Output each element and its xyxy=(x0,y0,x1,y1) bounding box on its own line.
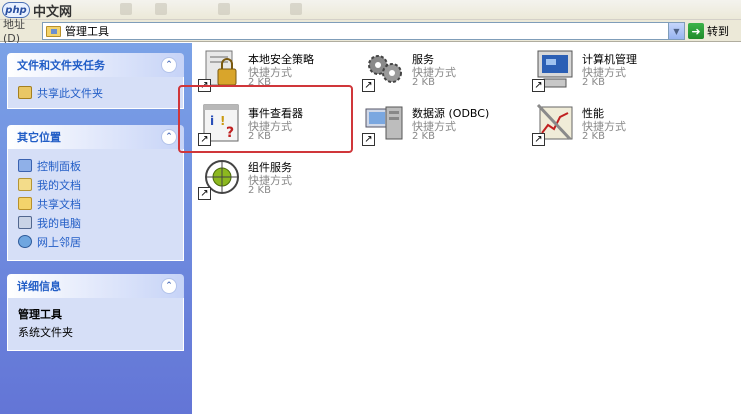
panel-title: 其它位置 xyxy=(17,131,61,144)
details-type: 系统文件夹 xyxy=(18,326,73,339)
share-folder-link[interactable]: 共享此文件夹 xyxy=(18,83,173,102)
address-path: 管理工具 xyxy=(65,25,109,38)
toolbar-button-icon[interactable] xyxy=(120,3,132,15)
link-label: 我的电脑 xyxy=(37,216,81,230)
go-arrow-icon: ➜ xyxy=(688,23,704,39)
other-places-header[interactable]: 其它位置 ⌃ xyxy=(7,125,184,149)
toolbar-button-icon[interactable] xyxy=(290,3,302,15)
go-label: 转到 xyxy=(707,25,729,38)
my-computer-icon xyxy=(18,216,32,229)
collapse-icon[interactable]: ⌃ xyxy=(161,129,177,145)
file-item-odbc[interactable]: ↗ 数据源 (ODBC) 快捷方式 2 KB xyxy=(362,99,527,151)
toolbar-button-icon[interactable] xyxy=(218,3,230,15)
file-tasks-panel: 文件和文件夹任务 ⌃ 共享此文件夹 xyxy=(7,53,184,109)
file-item-performance[interactable]: ↗ 性能 快捷方式 2 KB xyxy=(532,99,697,151)
details-name: 管理工具 xyxy=(18,308,62,321)
shortcut-arrow-icon: ↗ xyxy=(362,79,375,92)
file-size: 2 KB xyxy=(248,77,271,88)
share-folder-icon xyxy=(18,86,32,99)
link-label: 网上邻居 xyxy=(37,235,81,249)
file-tasks-body: 共享此文件夹 xyxy=(7,77,184,109)
file-size: 2 KB xyxy=(412,77,435,88)
shortcut-arrow-icon: ↗ xyxy=(532,133,545,146)
toolbar-strip: php 中文网 xyxy=(0,0,741,20)
shortcut-arrow-icon: ↗ xyxy=(198,187,211,200)
other-places-body: 控制面板 我的文档 共享文档 我的电脑 网上邻居 xyxy=(7,149,184,261)
shortcut-arrow-icon: ↗ xyxy=(198,79,211,92)
shared-documents-icon xyxy=(18,197,32,210)
task-pane: 文件和文件夹任务 ⌃ 共享此文件夹 其它位置 ⌃ 控制面板 我的文档 共享文档 … xyxy=(0,43,192,414)
file-size: 2 KB xyxy=(582,77,605,88)
file-size: 2 KB xyxy=(248,185,271,196)
my-documents-icon xyxy=(18,178,32,191)
file-size: 2 KB xyxy=(412,131,435,142)
file-item-computer-management[interactable]: ↗ 计算机管理 快捷方式 2 KB xyxy=(532,45,697,97)
panel-title: 详细信息 xyxy=(17,280,61,293)
link-label: 共享此文件夹 xyxy=(37,86,103,100)
address-bar: 地址(D) 管理工具 ▼ ➜ 转到 xyxy=(0,18,741,45)
link-label: 我的文档 xyxy=(37,178,81,192)
collapse-icon[interactable]: ⌃ xyxy=(161,278,177,294)
admin-tools-folder-icon xyxy=(46,25,61,37)
details-header[interactable]: 详细信息 ⌃ xyxy=(7,274,184,298)
network-places-icon xyxy=(18,235,32,248)
link-label: 控制面板 xyxy=(37,159,81,173)
details-panel: 详细信息 ⌃ 管理工具 系统文件夹 xyxy=(7,274,184,351)
control-panel-link[interactable]: 控制面板 xyxy=(18,156,173,175)
go-button[interactable]: ➜ 转到 xyxy=(688,22,738,40)
file-size: 2 KB xyxy=(248,131,271,142)
my-computer-link[interactable]: 我的电脑 xyxy=(18,213,173,232)
svg-text:!: ! xyxy=(220,114,225,128)
network-places-link[interactable]: 网上邻居 xyxy=(18,232,173,251)
collapse-icon[interactable]: ⌃ xyxy=(161,57,177,73)
shared-documents-link[interactable]: 共享文档 xyxy=(18,194,173,213)
shortcut-arrow-icon: ↗ xyxy=(532,79,545,92)
link-label: 共享文档 xyxy=(37,197,81,211)
toolbar-button-icon[interactable] xyxy=(155,3,167,15)
file-item-services[interactable]: ↗ 服务 快捷方式 2 KB xyxy=(362,45,527,97)
svg-text:?: ? xyxy=(226,125,234,141)
file-item-local-security-policy[interactable]: ↗ 本地安全策略 快捷方式 2 KB xyxy=(198,45,363,97)
shortcut-arrow-icon: ↗ xyxy=(362,133,375,146)
file-size: 2 KB xyxy=(582,131,605,142)
file-item-event-viewer[interactable]: i ! ? ↗ 事件查看器 快捷方式 2 KB xyxy=(198,99,363,151)
file-list: ↗ 本地安全策略 快捷方式 2 KB ↗ 服务 快捷方式 2 KB ↗ 计算机管… xyxy=(192,43,741,414)
panel-title: 文件和文件夹任务 xyxy=(17,59,105,72)
file-item-component-services[interactable]: ↗ 组件服务 快捷方式 2 KB xyxy=(198,153,363,205)
control-panel-icon xyxy=(18,159,32,172)
other-places-panel: 其它位置 ⌃ 控制面板 我的文档 共享文档 我的电脑 网上邻居 xyxy=(7,125,184,261)
shortcut-arrow-icon: ↗ xyxy=(198,133,211,146)
svg-text:i: i xyxy=(210,114,214,128)
details-body: 管理工具 系统文件夹 xyxy=(7,298,184,351)
chevron-down-icon[interactable]: ▼ xyxy=(668,23,684,39)
address-label: 地址(D) xyxy=(3,18,25,45)
file-tasks-header[interactable]: 文件和文件夹任务 ⌃ xyxy=(7,53,184,77)
my-documents-link[interactable]: 我的文档 xyxy=(18,175,173,194)
address-input[interactable]: 管理工具 ▼ xyxy=(42,22,685,40)
